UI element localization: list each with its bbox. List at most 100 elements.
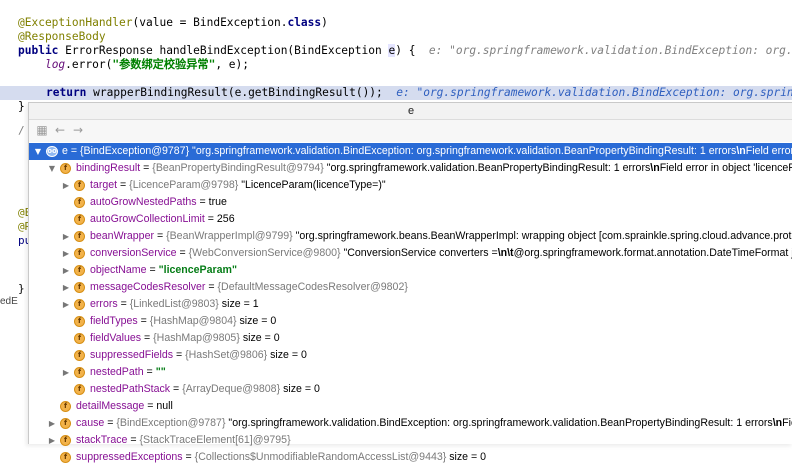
expand-icon[interactable]: ▶ xyxy=(47,432,57,449)
field-icon: f xyxy=(74,197,85,208)
tree-row[interactable]: ▶ f stackTrace = {StackTraceElement[61]@97… xyxy=(29,432,792,449)
expand-icon[interactable]: ▶ xyxy=(61,279,71,296)
variable-name: conversionService xyxy=(90,247,177,259)
variable-name: suppressedFields xyxy=(90,349,174,361)
back-arrow-icon[interactable]: ← xyxy=(53,123,67,137)
code-line-3[interactable]: public ErrorResponse handleBindException… xyxy=(18,44,792,58)
tree-row-text: stackTrace = {StackTraceElement[61]@9795… xyxy=(76,434,291,446)
variable-value: size = 0 xyxy=(236,315,277,327)
line-fragment: edE xyxy=(0,296,18,307)
variable-value: size = 0 xyxy=(280,383,320,395)
variable-value-continued: Field error in xyxy=(745,145,792,157)
tree-row[interactable]: f fieldValues = {HashMap@9805} size = 0 xyxy=(29,330,792,347)
forward-arrow-icon[interactable]: → xyxy=(71,123,85,137)
tree-row-selected[interactable]: ▼ oo e = {BindException@9787} "org.springf… xyxy=(29,143,792,160)
tree-row[interactable]: f nestedPathStack = {ArrayDeque@9808} siz… xyxy=(29,381,792,398)
variable-value-continued: @org.springframework.format.annotation.D… xyxy=(513,247,792,259)
variable-inspector-popup[interactable]: e ▦ ← → ▼ oo e = {BindException@9787} "org… xyxy=(28,102,792,463)
variable-name: suppressedExceptions xyxy=(76,451,183,463)
tree-row-text: nestedPath = "" xyxy=(90,366,166,378)
expand-icon[interactable]: ▶ xyxy=(61,262,71,279)
collapse-icon[interactable]: ▼ xyxy=(47,160,57,177)
variable-value: size = 0 xyxy=(446,451,487,463)
code-line-4[interactable]: log.error("参数绑定校验异常", e); xyxy=(18,58,249,72)
field-icon: f xyxy=(74,265,85,276)
tree-row[interactable]: ▶ f target = {LicenceParam@9798} "LicenceP… xyxy=(29,177,792,194)
variable-name: objectName xyxy=(90,264,147,276)
code-line-2[interactable]: @ResponseBody xyxy=(18,30,106,44)
popup-toolbar: ▦ ← → xyxy=(29,120,792,142)
tree-row-text: autoGrowCollectionLimit = 256 xyxy=(90,213,235,225)
tree-row-text: beanWrapper = {BeanWrapperImpl@9799} "or… xyxy=(90,228,792,245)
tree-row-text: objectName = "licenceParam" xyxy=(90,264,237,276)
tree-row[interactable]: f detailMessage = null xyxy=(29,398,792,415)
field-icon: f xyxy=(74,299,85,310)
variable-value-continued: Field xyxy=(782,417,792,429)
variable-value: "org.springframework.validation.BeanProp… xyxy=(323,162,651,174)
expand-icon[interactable]: ▶ xyxy=(61,364,71,381)
variable-name: autoGrowCollectionLimit xyxy=(90,213,205,225)
field-icon: f xyxy=(74,333,85,344)
object-reference: {BindException@9787} xyxy=(116,417,226,429)
tree-row-text: fieldTypes = {HashMap@9804} size = 0 xyxy=(90,315,277,327)
variable-value: true xyxy=(208,196,227,208)
tree-row[interactable]: f autoGrowCollectionLimit = 256 xyxy=(29,211,792,228)
variable-value: "org.springframework.validation.BindExce… xyxy=(189,145,737,157)
expand-icon[interactable]: ▶ xyxy=(61,245,71,262)
variable-name: stackTrace xyxy=(76,434,128,446)
tree-row[interactable]: ▼ f bindingResult = {BeanPropertyBindingRe… xyxy=(29,160,792,177)
variable-name: fieldValues xyxy=(90,332,142,344)
variable-value: "org.springframework.beans.BeanWrapperIm… xyxy=(292,230,792,242)
variable-value: "org.springframework.validation.BindExce… xyxy=(225,417,773,429)
tree-row[interactable]: ▶ f cause = {BindException@9787} "org.spri… xyxy=(29,415,792,432)
variable-name: nestedPath xyxy=(90,366,144,378)
object-reference: {BeanWrapperImpl@9799} xyxy=(166,230,293,242)
expand-icon[interactable]: ▶ xyxy=(61,228,71,245)
tree-row[interactable]: ▶ f errors = {LinkedList@9803} size = 1 xyxy=(29,296,792,313)
tree-row[interactable]: f suppressedFields = {HashSet@9806} size … xyxy=(29,347,792,364)
tree-row[interactable]: f autoGrowNestedPaths = true xyxy=(29,194,792,211)
variable-value: 256 xyxy=(216,213,235,225)
variable-value: "LicenceParam(licenceType=)" xyxy=(238,179,386,191)
tree-row[interactable]: f fieldTypes = {HashMap@9804} size = 0 xyxy=(29,313,792,330)
tree-row[interactable]: f suppressedExceptions = {Collections$Unm… xyxy=(29,449,792,466)
variable-value-continued: Field error in object 'licenceParam xyxy=(659,162,792,174)
collapse-icon[interactable]: ▼ xyxy=(33,143,43,160)
object-reference: {HashMap@9805} xyxy=(153,332,240,344)
tree-row[interactable]: ▶ f objectName = "licenceParam" xyxy=(29,262,792,279)
comment-fragment: / xyxy=(18,124,25,137)
variable-name: messageCodesResolver xyxy=(90,281,206,293)
field-icon: f xyxy=(74,367,85,378)
grid-icon[interactable]: ▦ xyxy=(35,123,49,137)
tree-row-text: errors = {LinkedList@9803} size = 1 xyxy=(90,298,259,310)
popup-title: e xyxy=(29,103,792,120)
tree-row[interactable]: ▶ f messageCodesResolver = {DefaultMessage… xyxy=(29,279,792,296)
tree-row-text: bindingResult = {BeanPropertyBindingResu… xyxy=(76,160,792,177)
tree-row[interactable]: ▶ f nestedPath = "" xyxy=(29,364,792,381)
expand-icon[interactable]: ▶ xyxy=(47,415,57,432)
expand-icon[interactable]: ▶ xyxy=(61,296,71,313)
variable-name: fieldTypes xyxy=(90,315,138,327)
object-reference: {HashSet@9806} xyxy=(185,349,268,361)
tree-row-text: e = {BindException@9787} "org.springfram… xyxy=(62,143,792,160)
field-icon: f xyxy=(60,401,71,412)
tree-row-text: suppressedFields = {HashSet@9806} size =… xyxy=(90,349,307,361)
object-reference: {HashMap@9804} xyxy=(149,315,237,327)
tree-row[interactable]: ▶ f beanWrapper = {BeanWrapperImpl@9799} "… xyxy=(29,228,792,245)
tree-row-text: conversionService = {WebConversionServic… xyxy=(90,245,792,262)
variable-name: bindingResult xyxy=(76,162,141,174)
field-icon: f xyxy=(74,248,85,259)
escape-sequence: \n xyxy=(772,417,783,429)
code-line-6[interactable]: } xyxy=(18,100,25,114)
tree-row[interactable]: ▶ f conversionService = {WebConversionServ… xyxy=(29,245,792,262)
variable-name: detailMessage xyxy=(76,400,145,412)
field-icon: f xyxy=(60,418,71,429)
field-icon: f xyxy=(60,435,71,446)
field-icon: f xyxy=(74,282,85,293)
code-line-1[interactable]: @ExceptionHandler(value = BindException.… xyxy=(18,16,328,30)
code-line-5[interactable]: return wrapperBindingResult(e.getBinding… xyxy=(46,86,792,100)
string-value: "licenceParam" xyxy=(158,264,237,276)
tree-row-text: messageCodesResolver = {DefaultMessageCo… xyxy=(90,281,408,293)
expand-icon[interactable]: ▶ xyxy=(61,177,71,194)
object-reference: {StackTraceElement[61]@9795} xyxy=(139,434,291,446)
